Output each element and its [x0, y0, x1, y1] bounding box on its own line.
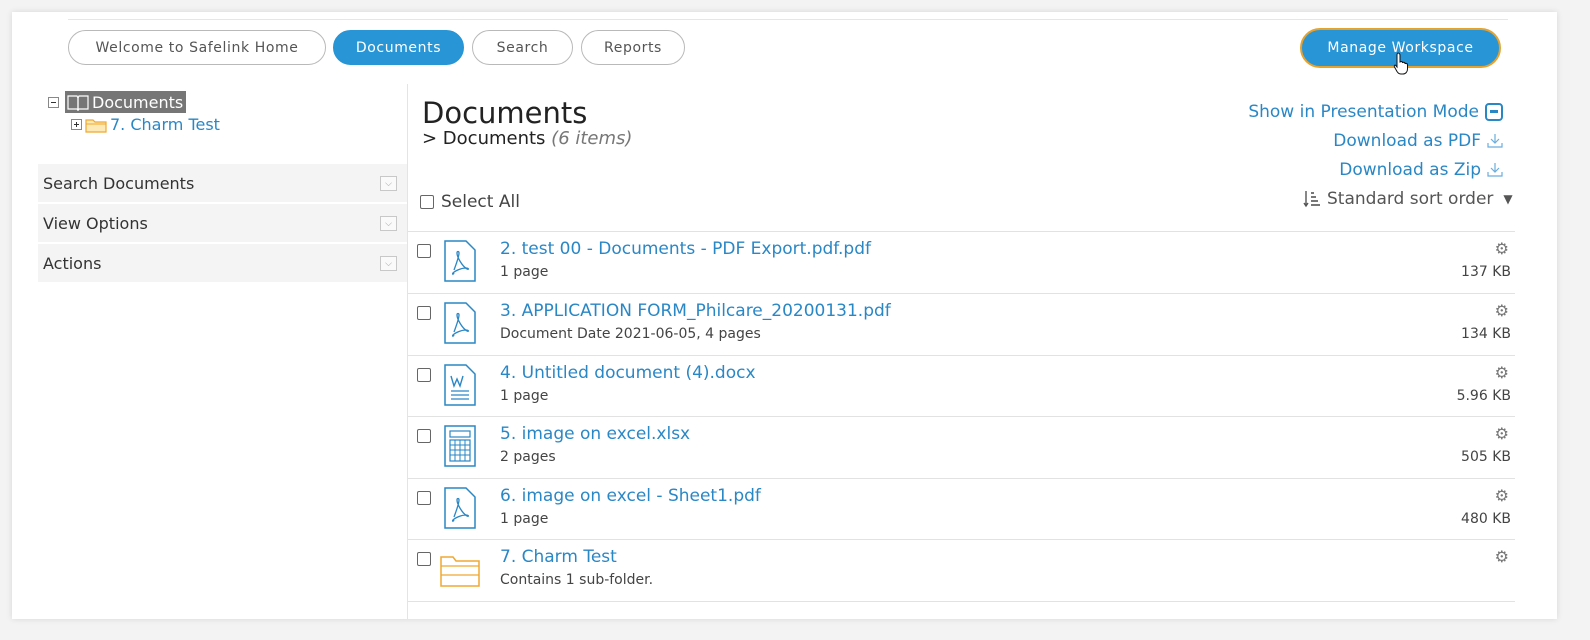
sidebar-section-search-documents[interactable]: Search Documents ⌵: [38, 164, 407, 203]
file-size: 480 KB: [1461, 511, 1511, 527]
spreadsheet-icon: [444, 425, 476, 467]
sort-order-dropdown[interactable]: Standard sort order ▼: [1303, 189, 1513, 209]
list-item[interactable]: 2. test 00 - Documents - PDF Export.pdf.…: [408, 231, 1515, 293]
breadcrumb-path: > Documents: [422, 128, 546, 149]
pdf-icon: [444, 302, 476, 344]
tab-reports[interactable]: Reports: [581, 30, 685, 65]
document-meta: 1 page: [500, 511, 549, 527]
top-divider: [68, 19, 1508, 20]
document-name[interactable]: 6. image on excel - Sheet1.pdf: [500, 486, 761, 506]
row-checkbox[interactable]: [417, 491, 431, 505]
select-all[interactable]: Select All: [420, 192, 520, 212]
document-meta: 2 pages: [500, 449, 556, 465]
folder-icon: [85, 118, 107, 133]
list-bottom-divider: [408, 601, 1515, 602]
folder-icon: [440, 556, 480, 587]
sort-label: Standard sort order: [1327, 189, 1494, 209]
download-icon: [1487, 134, 1503, 148]
download-icon: [1487, 163, 1503, 177]
sidebar-section-actions[interactable]: Actions ⌵: [38, 244, 407, 283]
list-item[interactable]: 3. APPLICATION FORM_Philcare_20200131.pd…: [408, 293, 1515, 355]
caret-down-icon: ▼: [1503, 192, 1513, 206]
link-label: Show in Presentation Mode: [1248, 102, 1479, 122]
document-meta: 1 page: [500, 388, 549, 404]
file-size: 505 KB: [1461, 449, 1511, 465]
pdf-icon: [444, 487, 476, 529]
document-name[interactable]: 7. Charm Test: [500, 547, 617, 567]
list-item[interactable]: 5. image on excel.xlsx 2 pages ⚙ 505 KB: [408, 416, 1515, 478]
breadcrumb: > Documents (6 items): [422, 128, 632, 149]
row-checkbox[interactable]: [417, 552, 431, 566]
document-meta: Contains 1 sub-folder.: [500, 572, 654, 588]
file-size: 134 KB: [1461, 326, 1511, 342]
row-checkbox[interactable]: [417, 306, 431, 320]
list-item[interactable]: 6. image on excel - Sheet1.pdf 1 page ⚙ …: [408, 478, 1515, 540]
gear-icon[interactable]: ⚙: [1495, 363, 1509, 382]
row-checkbox[interactable]: [417, 429, 431, 443]
row-checkbox[interactable]: [417, 244, 431, 258]
tree-root-label: Documents: [92, 92, 184, 112]
section-label: Search Documents: [43, 173, 195, 193]
pdf-icon: [444, 240, 476, 282]
section-label: Actions: [43, 253, 102, 273]
gear-icon[interactable]: ⚙: [1495, 486, 1509, 505]
chevron-down-icon[interactable]: ⌵: [380, 176, 397, 191]
show-presentation-mode-link[interactable]: Show in Presentation Mode: [1248, 102, 1503, 122]
tab-search[interactable]: Search: [472, 30, 573, 65]
collapse-icon[interactable]: [48, 96, 59, 108]
download-zip-link[interactable]: Download as Zip: [1339, 160, 1503, 180]
row-checkbox[interactable]: [417, 368, 431, 382]
document-meta: 1 page: [500, 264, 549, 280]
document-name[interactable]: 5. image on excel.xlsx: [500, 424, 690, 444]
page-title: Documents: [422, 96, 588, 130]
select-all-label: Select All: [441, 192, 520, 212]
select-all-checkbox[interactable]: [420, 195, 434, 209]
presentation-icon: [1485, 103, 1503, 121]
expand-icon[interactable]: [71, 119, 82, 130]
chevron-down-icon[interactable]: ⌵: [380, 256, 397, 271]
book-icon: [67, 94, 89, 111]
document-meta: Document Date 2021-06-05, 4 pages: [500, 326, 761, 342]
file-size: 5.96 KB: [1456, 388, 1511, 404]
gear-icon[interactable]: ⚙: [1495, 424, 1509, 443]
tree-root-node[interactable]: Documents: [65, 91, 187, 113]
link-label: Download as Zip: [1339, 160, 1481, 180]
tree-child-charm-test[interactable]: 7. Charm Test: [71, 115, 220, 134]
tab-documents[interactable]: Documents: [333, 30, 464, 65]
item-count: (6 items): [551, 128, 633, 149]
word-icon: [444, 364, 476, 406]
gear-icon[interactable]: ⚙: [1495, 301, 1509, 320]
sort-icon: [1303, 191, 1320, 208]
list-item[interactable]: 4. Untitled document (4).docx 1 page ⚙ 5…: [408, 355, 1515, 417]
document-name[interactable]: 2. test 00 - Documents - PDF Export.pdf.…: [500, 239, 871, 259]
document-name[interactable]: 3. APPLICATION FORM_Philcare_20200131.pd…: [500, 301, 891, 321]
hand-cursor-icon: [1393, 52, 1408, 75]
download-pdf-link[interactable]: Download as PDF: [1333, 131, 1503, 151]
gear-icon[interactable]: ⚙: [1495, 239, 1509, 258]
sidebar-section-view-options[interactable]: View Options ⌵: [38, 204, 407, 243]
link-label: Download as PDF: [1333, 131, 1481, 151]
tab-welcome-home[interactable]: Welcome to Safelink Home: [68, 30, 326, 65]
file-size: 137 KB: [1461, 264, 1511, 280]
document-name[interactable]: 4. Untitled document (4).docx: [500, 363, 756, 383]
tree-child-label: 7. Charm Test: [110, 115, 220, 134]
list-item[interactable]: 7. Charm Test Contains 1 sub-folder. ⚙: [408, 539, 1515, 601]
tree-root[interactable]: Documents: [48, 91, 187, 113]
section-label: View Options: [43, 213, 148, 233]
chevron-down-icon[interactable]: ⌵: [380, 216, 397, 231]
gear-icon[interactable]: ⚙: [1495, 547, 1509, 566]
